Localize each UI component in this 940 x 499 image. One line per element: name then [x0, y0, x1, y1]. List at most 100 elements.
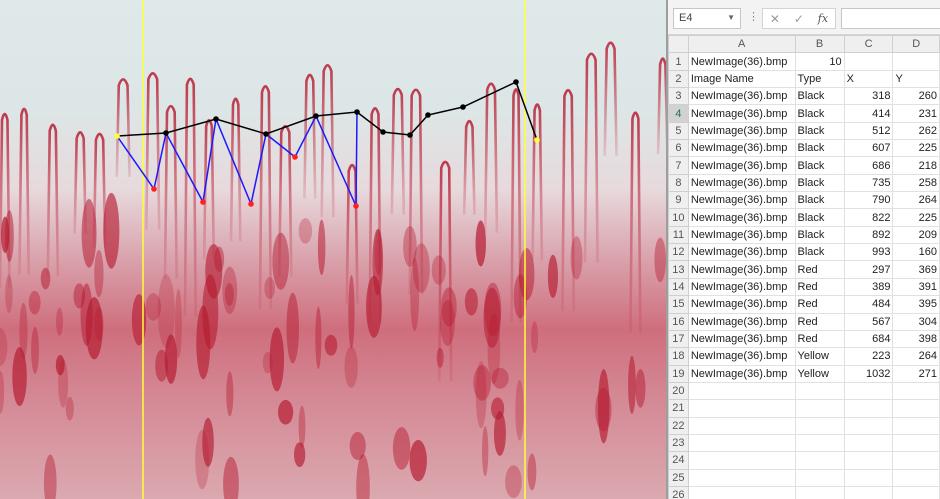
row-header[interactable]: 22	[668, 416, 689, 435]
cell-b22[interactable]	[794, 416, 845, 435]
cell-a20[interactable]	[687, 381, 796, 401]
cell-c10[interactable]: 822	[843, 208, 894, 227]
cell-c8[interactable]: 735	[843, 173, 894, 193]
cell-b4[interactable]: Black	[794, 104, 845, 123]
cell-c21[interactable]	[843, 399, 894, 418]
cell-c5[interactable]: 512	[843, 121, 894, 141]
row-header[interactable]: 12	[668, 243, 689, 262]
cell-b14[interactable]: Red	[794, 277, 845, 297]
cell-a26[interactable]	[687, 485, 796, 499]
cell-c20[interactable]	[843, 381, 894, 401]
cell-c18[interactable]: 223	[843, 347, 894, 366]
cell-a10[interactable]: NewImage(36).bmp	[687, 208, 796, 227]
cell-c19[interactable]: 1032	[843, 364, 894, 383]
cell-c9[interactable]: 790	[843, 191, 894, 210]
cell-d8[interactable]: 258	[892, 173, 940, 193]
cell-b16[interactable]: Red	[794, 312, 845, 331]
cell-c22[interactable]	[843, 416, 894, 435]
cell-c25[interactable]	[843, 468, 894, 487]
cell-d4[interactable]: 231	[892, 104, 940, 123]
cell-d6[interactable]: 225	[892, 139, 940, 158]
cell-a21[interactable]	[687, 399, 796, 418]
cell-b5[interactable]: Black	[794, 121, 845, 141]
row-header[interactable]: 6	[668, 139, 689, 158]
row-header[interactable]: 23	[668, 433, 689, 453]
cell-b11[interactable]: Black	[794, 225, 845, 245]
cell-d15[interactable]: 395	[892, 295, 940, 314]
cell-d2[interactable]: Y	[892, 69, 940, 89]
cell-c6[interactable]: 607	[843, 139, 894, 158]
cell-b9[interactable]: Black	[794, 191, 845, 210]
cell-a17[interactable]: NewImage(36).bmp	[687, 329, 796, 349]
cell-b25[interactable]	[794, 468, 845, 487]
cell-d25[interactable]	[892, 468, 940, 487]
cell-b21[interactable]	[794, 399, 845, 418]
cell-b20[interactable]	[794, 381, 845, 401]
cell-b15[interactable]: Red	[794, 295, 845, 314]
cell-a9[interactable]: NewImage(36).bmp	[687, 191, 796, 210]
cell-b23[interactable]	[794, 433, 845, 453]
row-header[interactable]: 19	[668, 364, 689, 383]
cell-c14[interactable]: 389	[843, 277, 894, 297]
row-header[interactable]: 14	[668, 277, 689, 297]
cell-d12[interactable]: 160	[892, 243, 940, 262]
enter-icon[interactable]: ✓	[794, 12, 804, 26]
cell-d18[interactable]: 264	[892, 347, 940, 366]
row-header[interactable]: 15	[668, 295, 689, 314]
cell-c16[interactable]: 567	[843, 312, 894, 331]
cell-b3[interactable]: Black	[794, 87, 845, 106]
cell-c7[interactable]: 686	[843, 156, 894, 175]
capillary-image-panel[interactable]	[0, 0, 666, 499]
cell-a14[interactable]: NewImage(36).bmp	[687, 277, 796, 297]
cell-a8[interactable]: NewImage(36).bmp	[687, 173, 796, 193]
row-header[interactable]: 7	[668, 156, 689, 175]
cell-d9[interactable]: 264	[892, 191, 940, 210]
row-header[interactable]: 18	[668, 347, 689, 366]
cell-a16[interactable]: NewImage(36).bmp	[687, 312, 796, 331]
cell-b6[interactable]: Black	[794, 139, 845, 158]
cell-a24[interactable]	[687, 451, 796, 470]
row-header[interactable]: 9	[668, 191, 689, 210]
cell-d10[interactable]: 225	[892, 208, 940, 227]
cell-b19[interactable]: Yellow	[794, 364, 845, 383]
cell-c3[interactable]: 318	[843, 87, 894, 106]
cell-b8[interactable]: Black	[794, 173, 845, 193]
cancel-icon[interactable]: ✕	[770, 12, 780, 26]
cell-a23[interactable]	[687, 433, 796, 453]
cell-a1[interactable]: NewImage(36).bmp	[687, 52, 796, 71]
chevron-down-icon[interactable]: ▼	[727, 13, 735, 22]
cell-b24[interactable]	[794, 451, 845, 470]
row-header[interactable]: 21	[668, 399, 689, 418]
cell-a13[interactable]: NewImage(36).bmp	[687, 260, 796, 279]
row-header[interactable]: 20	[668, 381, 689, 401]
row-header[interactable]: 24	[668, 451, 689, 470]
cell-b1[interactable]: 10	[794, 52, 845, 71]
row-header[interactable]: 5	[668, 121, 689, 141]
cell-a5[interactable]: NewImage(36).bmp	[687, 121, 796, 141]
cell-c13[interactable]: 297	[843, 260, 894, 279]
cell-d1[interactable]	[892, 52, 940, 71]
cell-d26[interactable]	[892, 485, 940, 499]
cell-d14[interactable]: 391	[892, 277, 940, 297]
cell-a12[interactable]: NewImage(36).bmp	[687, 243, 796, 262]
cell-a4[interactable]: NewImage(36).bmp	[687, 104, 796, 123]
row-header[interactable]: 16	[668, 312, 689, 331]
row-header[interactable]: 17	[668, 329, 689, 349]
cell-b12[interactable]: Black	[794, 243, 845, 262]
row-header[interactable]: 25	[668, 468, 689, 487]
cell-d16[interactable]: 304	[892, 312, 940, 331]
cell-b2[interactable]: Type	[794, 69, 845, 89]
cell-d21[interactable]	[892, 399, 940, 418]
cell-d22[interactable]	[892, 416, 940, 435]
row-header[interactable]: 1	[668, 52, 689, 71]
cell-a11[interactable]: NewImage(36).bmp	[687, 225, 796, 245]
cell-c23[interactable]	[843, 433, 894, 453]
cell-d24[interactable]	[892, 451, 940, 470]
row-header[interactable]: 8	[668, 173, 689, 193]
select-all-corner[interactable]	[668, 34, 689, 54]
cell-b7[interactable]: Black	[794, 156, 845, 175]
cell-a22[interactable]	[687, 416, 796, 435]
row-header[interactable]: 13	[668, 260, 689, 279]
column-header-d[interactable]: D	[892, 34, 940, 54]
row-header[interactable]: 10	[668, 208, 689, 227]
